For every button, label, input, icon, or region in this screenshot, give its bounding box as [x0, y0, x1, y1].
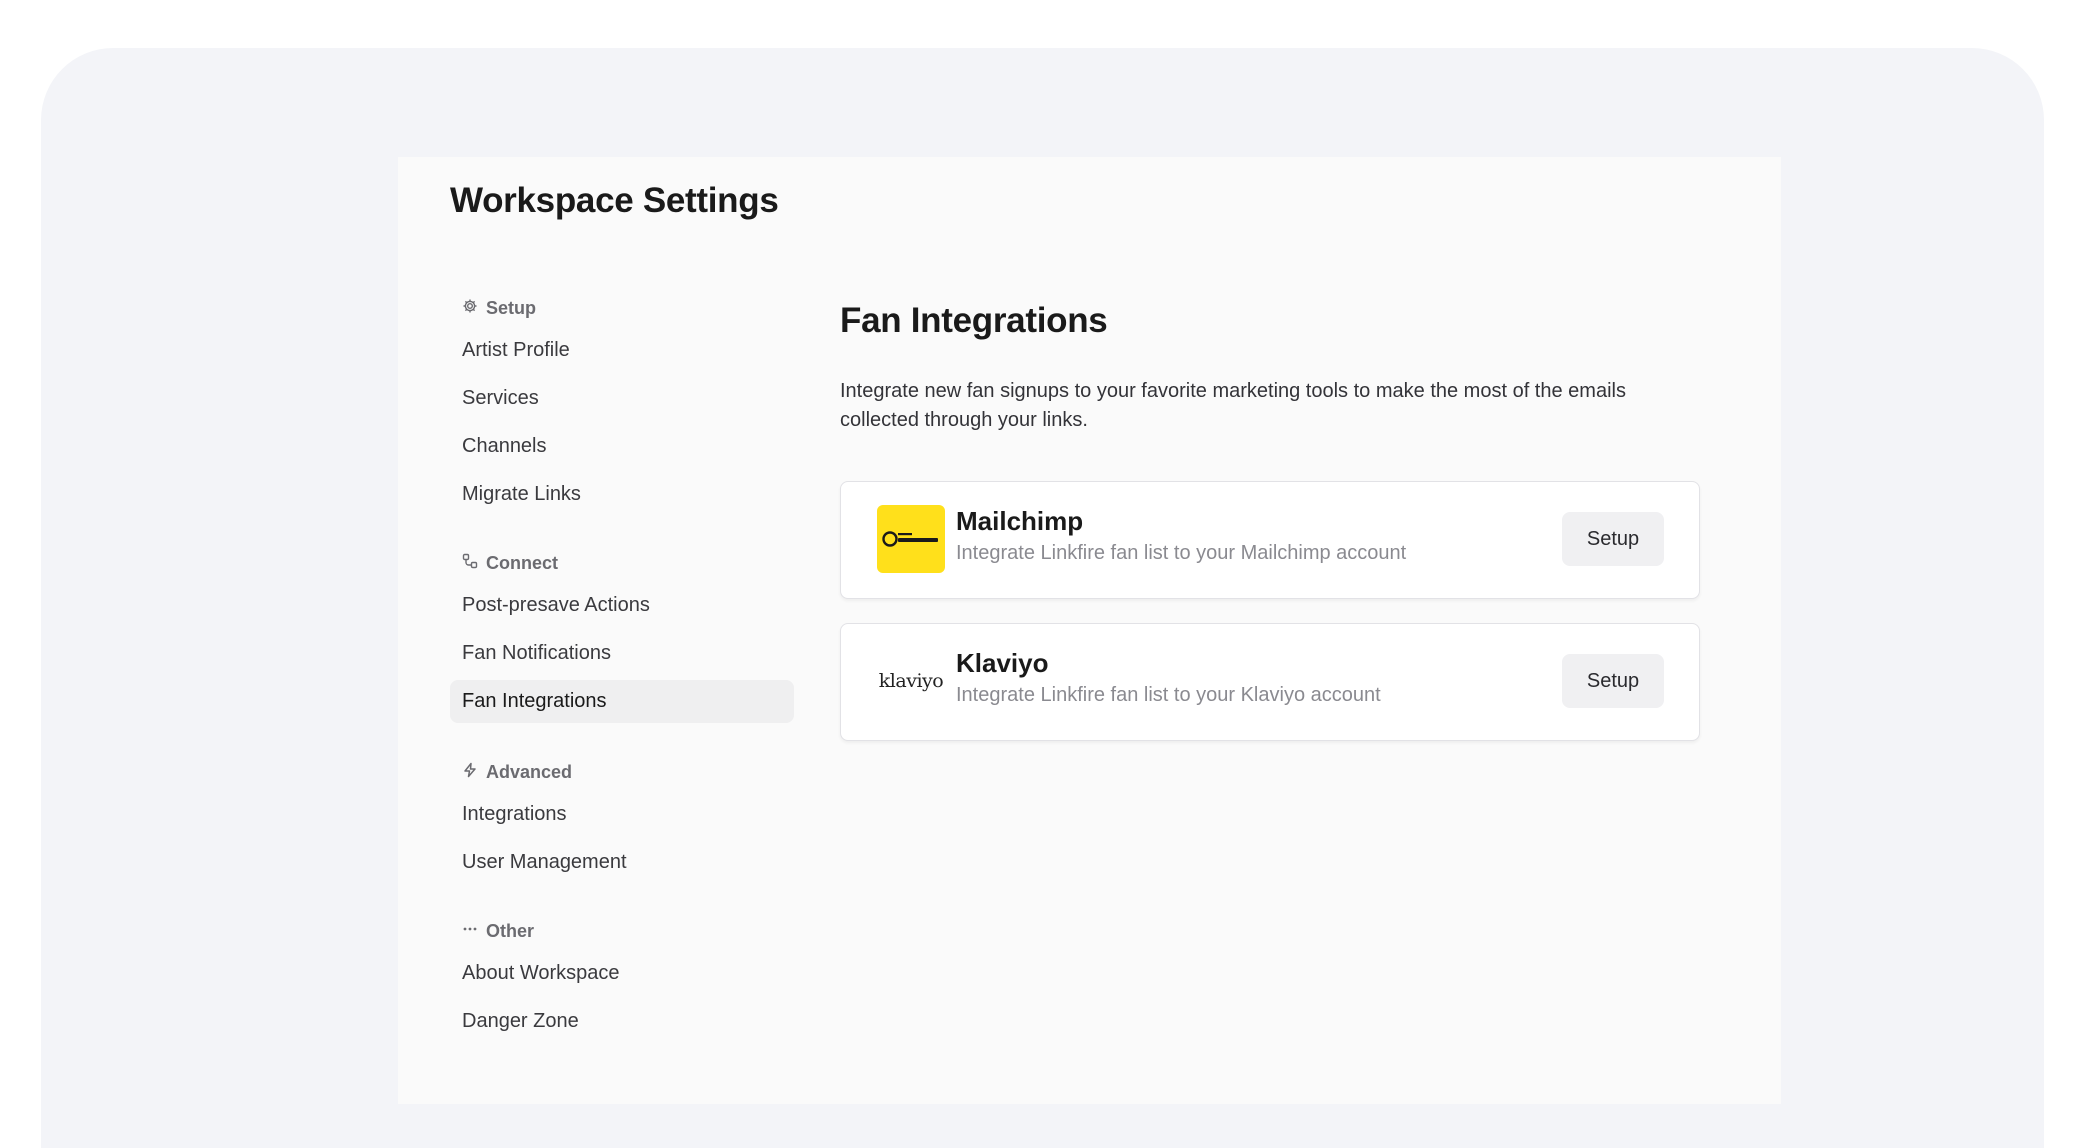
sidebar-item-services[interactable]: Services — [450, 377, 794, 420]
sidebar-item-channels[interactable]: Channels — [450, 425, 794, 468]
integration-description: Integrate Linkfire fan list to your Mail… — [956, 542, 1407, 564]
integration-card-klaviyo: klaviyo Klaviyo Integrate Linkfire fan l… — [840, 623, 1700, 741]
settings-sidebar: Setup Artist Profile Services Channels M… — [450, 295, 794, 1043]
sidebar-item-migrate-links[interactable]: Migrate Links — [450, 473, 794, 516]
content-description: Integrate new fan signups to your favori… — [840, 380, 1626, 431]
integration-name: Klaviyo — [956, 648, 1049, 678]
sidebar-item-artist-profile[interactable]: Artist Profile — [450, 329, 794, 372]
section-heading-label: Other — [486, 920, 535, 941]
klaviyo-setup-button[interactable]: Setup — [1562, 654, 1664, 708]
link-nodes-icon — [462, 553, 478, 574]
settings-panel: Workspace Settings Setup Artist Profile … — [398, 157, 1781, 1104]
integration-name: Mailchimp — [956, 506, 1084, 536]
sidebar-item-about-workspace[interactable]: About Workspace — [450, 952, 794, 995]
bolt-icon — [462, 762, 478, 783]
sidebar-item-post-presave-actions[interactable]: Post-presave Actions — [450, 584, 794, 627]
gear-icon — [462, 298, 478, 319]
section-heading-connect: Connect — [450, 550, 794, 576]
content-title: Fan Integrations — [840, 301, 1108, 340]
section-heading-setup: Setup — [450, 295, 794, 321]
sidebar-item-integrations[interactable]: Integrations — [450, 793, 794, 836]
section-heading-advanced: Advanced — [450, 759, 794, 785]
page-title: Workspace Settings — [450, 181, 779, 220]
section-heading-label: Advanced — [486, 761, 573, 782]
sidebar-item-user-management[interactable]: User Management — [450, 841, 794, 884]
section-heading-label: Setup — [486, 297, 537, 318]
section-heading-other: Other — [450, 918, 794, 944]
klaviyo-wordmark: klaviyo — [878, 670, 944, 692]
app-frame: Workspace Settings Setup Artist Profile … — [41, 48, 2044, 1148]
fan-integrations-content: Fan Integrations Integrate new fan signu… — [840, 301, 1700, 741]
more-dots-icon — [462, 921, 478, 942]
klaviyo-logo: klaviyo — [877, 647, 945, 715]
integration-card-mailchimp: Mailchimp Integrate Linkfire fan list to… — [840, 481, 1700, 599]
sidebar-item-fan-notifications[interactable]: Fan Notifications — [450, 632, 794, 675]
mailchimp-setup-button[interactable]: Setup — [1562, 512, 1664, 566]
sidebar-item-fan-integrations[interactable]: Fan Integrations — [450, 680, 794, 723]
sidebar-item-danger-zone[interactable]: Danger Zone — [450, 1000, 794, 1043]
integration-description: Integrate Linkfire fan list to your Klav… — [956, 684, 1381, 706]
mailchimp-logo — [877, 505, 945, 573]
section-heading-label: Connect — [486, 552, 558, 573]
